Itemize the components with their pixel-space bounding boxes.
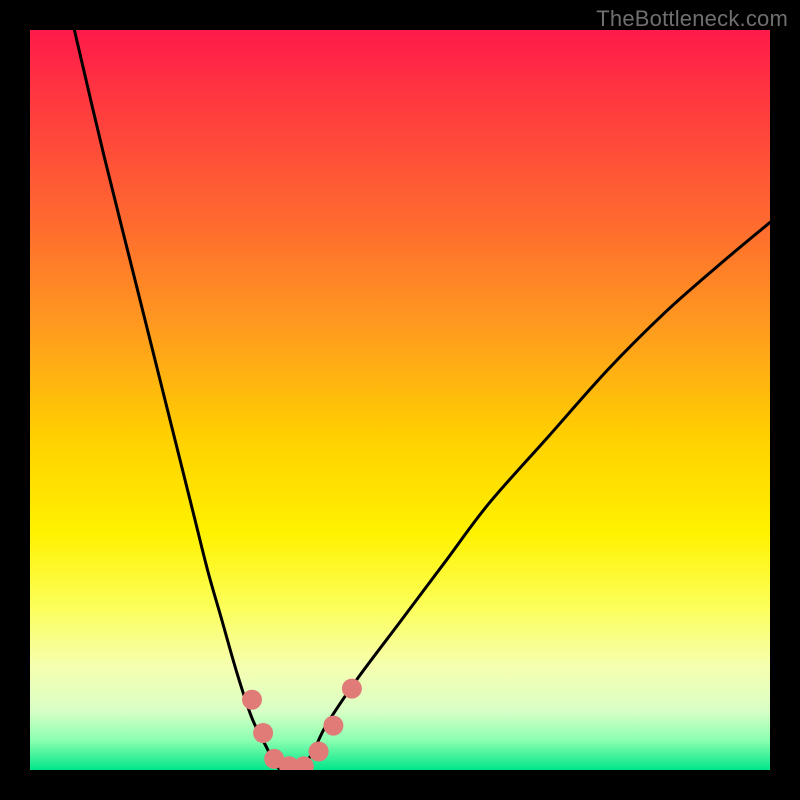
marker-group bbox=[242, 679, 362, 770]
marker-left-mid bbox=[253, 723, 273, 743]
marker-right-mid bbox=[323, 716, 343, 736]
marker-bottom-4 bbox=[309, 742, 329, 762]
watermark-text: TheBottleneck.com bbox=[596, 6, 788, 32]
marker-left-upper bbox=[242, 690, 262, 710]
bottleneck-curve bbox=[74, 30, 770, 770]
marker-right-upper bbox=[342, 679, 362, 699]
chart-svg bbox=[30, 30, 770, 770]
plot-area bbox=[30, 30, 770, 770]
chart-stage: TheBottleneck.com bbox=[0, 0, 800, 800]
